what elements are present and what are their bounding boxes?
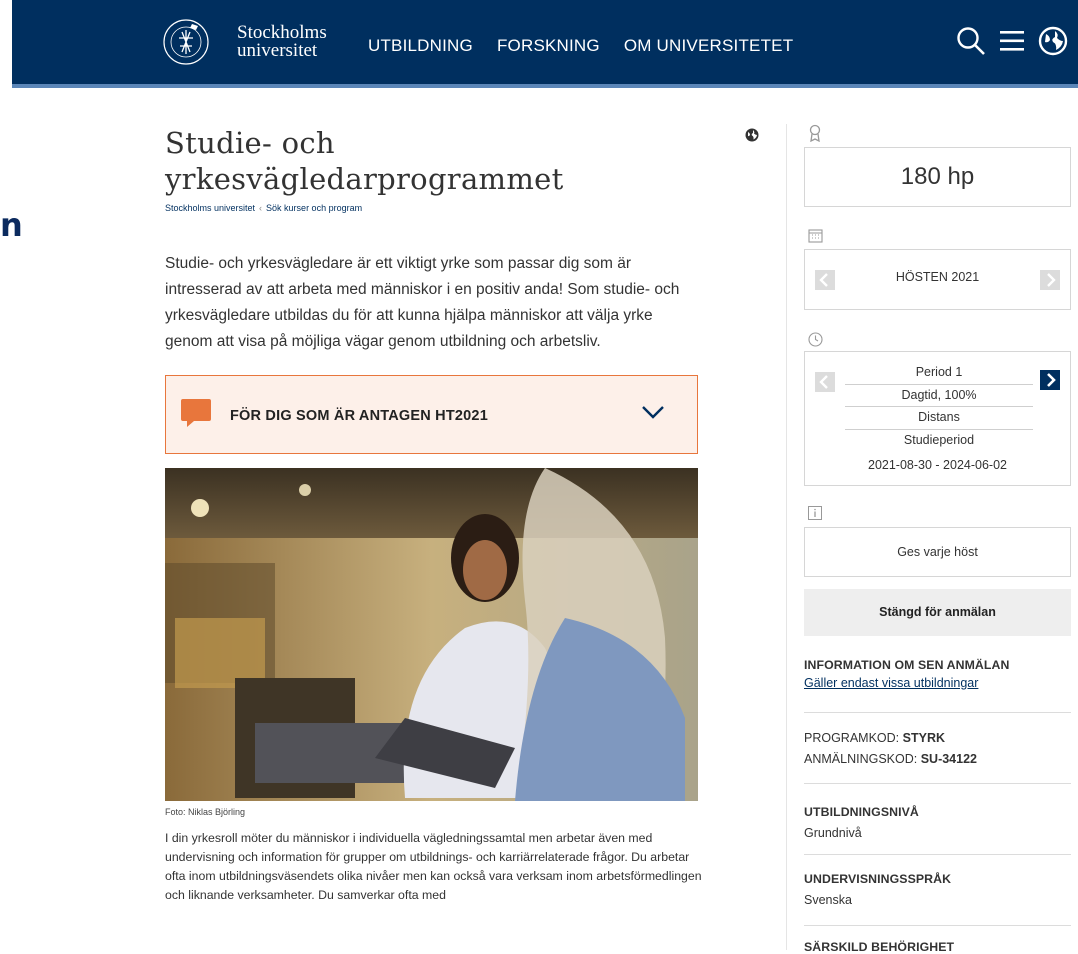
education-level-heading: UTBILDNINGSNIVÅ: [804, 805, 919, 819]
accordion-label: FÖR DIG SOM ÄR ANTAGEN HT2021: [230, 408, 488, 424]
header-actions: [956, 26, 1068, 56]
semester-label: HÖSTEN 2021: [895, 270, 980, 284]
nav-utbildning[interactable]: UTBILDNING: [368, 36, 473, 56]
main-nav: UTBILDNING FORSKNING OM UNIVERSITETET: [368, 36, 793, 56]
codes-block: PROGRAMKOD: STYRK ANMÄLNINGSKOD: SU-3412…: [804, 728, 1071, 770]
period-prev-button[interactable]: [815, 372, 835, 392]
admitted-accordion[interactable]: FÖR DIG SOM ÄR ANTAGEN HT2021: [165, 375, 698, 454]
page-title-line-1: Studie- och: [165, 126, 335, 160]
semester-next-button[interactable]: [1040, 270, 1060, 290]
language-value: Svenska: [804, 893, 852, 907]
page-title: Studie- och yrkesvägledarprogrammet: [165, 125, 700, 197]
period-selector: Period 1 Dagtid, 100% Distans Studieperi…: [804, 351, 1071, 486]
breadcrumb: Stockholms universitet ‹ Sök kurser och pr…: [165, 203, 700, 213]
period-details: Period 1 Dagtid, 100% Distans Studieperi…: [845, 362, 1033, 451]
chevron-down-icon[interactable]: [641, 404, 665, 420]
body-paragraph: I din yrkesroll möter du människor i ind…: [165, 831, 702, 902]
late-application-link[interactable]: Gäller endast vissa utbildningar: [804, 676, 1071, 690]
photo-illustration: [165, 468, 698, 801]
breadcrumb-search[interactable]: Sök kurser och program: [266, 203, 362, 213]
offered-box: Ges varje höst: [804, 527, 1071, 577]
column-divider: [786, 124, 787, 950]
nav-om-universitetet[interactable]: OM UNIVERSITETET: [624, 36, 793, 56]
program-code-label: PROGRAMKOD:: [804, 731, 900, 745]
study-period-label: Studieperiod: [903, 432, 975, 447]
logo-wordmark[interactable]: Stockholms universitet: [237, 23, 327, 61]
breadcrumb-home[interactable]: Stockholms universitet: [165, 203, 255, 213]
education-level-block: UTBILDNINGSNIVÅ Grundnivå: [804, 802, 1071, 844]
application-code-value: SU-34122: [920, 752, 977, 766]
breadcrumb-separator-icon: ‹: [259, 203, 263, 213]
late-application-info: INFORMATION OM SEN ANMÄLAN Gäller endast…: [804, 658, 1071, 690]
stray-heading-fragment: n: [0, 206, 23, 244]
chevron-right-icon: [1047, 273, 1056, 287]
award-icon: [809, 124, 821, 142]
menu-icon[interactable]: [998, 28, 1026, 54]
divider: [804, 783, 1071, 784]
program-code-value: STYRK: [902, 731, 946, 745]
language-globe-icon[interactable]: [745, 128, 759, 142]
program-code-row: PROGRAMKOD: STYRK: [804, 728, 1071, 749]
chevron-left-icon: [819, 375, 828, 389]
eligibility-block: SÄRSKILD BEHÖRIGHET: [804, 940, 1071, 954]
period-name: Period 1: [845, 362, 1033, 385]
nav-forskning[interactable]: FORSKNING: [497, 36, 600, 56]
divider: [804, 925, 1071, 926]
credits-box: 180 hp: [804, 147, 1071, 207]
university-seal-logo[interactable]: [162, 18, 210, 66]
photo-caption: Foto: Niklas Björling: [165, 807, 246, 817]
program-photo: [165, 468, 698, 801]
globe-icon[interactable]: [1038, 26, 1068, 56]
language-block: UNDERVISNINGSSPRÅK Svenska: [804, 869, 1071, 911]
lead-paragraph: Studie- och yrkesvägledare är ett viktig…: [165, 255, 680, 350]
period-next-button[interactable]: [1040, 370, 1060, 390]
eligibility-heading: SÄRSKILD BEHÖRIGHET: [804, 940, 955, 954]
study-pace: Dagtid, 100%: [845, 385, 1033, 407]
application-code-label: ANMÄLNINGSKOD:: [804, 752, 918, 766]
study-period-dates: 2021-08-30 - 2024-06-02: [868, 458, 1007, 472]
speech-bubble-icon: [181, 399, 211, 427]
application-status-button[interactable]: Stängd för anmälan: [804, 589, 1071, 636]
site-header: Stockholms universitet UTBILDNING FORSKN…: [12, 0, 1078, 88]
logo-line-2: universitet: [237, 40, 318, 61]
application-code-row: ANMÄLNINGSKOD: SU-34122: [804, 749, 1071, 770]
main-content: Studie- och yrkesvägledarprogrammet Stoc…: [165, 120, 759, 917]
divider: [804, 712, 1071, 713]
clock-icon: [808, 332, 823, 347]
chevron-right-icon: [1047, 373, 1056, 387]
late-application-heading: INFORMATION OM SEN ANMÄLAN: [804, 658, 1010, 672]
language-heading: UNDERVISNINGSSPRÅK: [804, 872, 952, 886]
semester-selector: HÖSTEN 2021: [804, 249, 1071, 310]
education-level-value: Grundnivå: [804, 826, 862, 840]
search-icon[interactable]: [956, 26, 986, 56]
calendar-icon: [808, 229, 823, 243]
divider: [804, 854, 1071, 855]
page-title-line-2: yrkesvägledarprogrammet: [165, 162, 564, 196]
info-icon: [808, 506, 822, 520]
study-form: Distans: [845, 407, 1033, 430]
